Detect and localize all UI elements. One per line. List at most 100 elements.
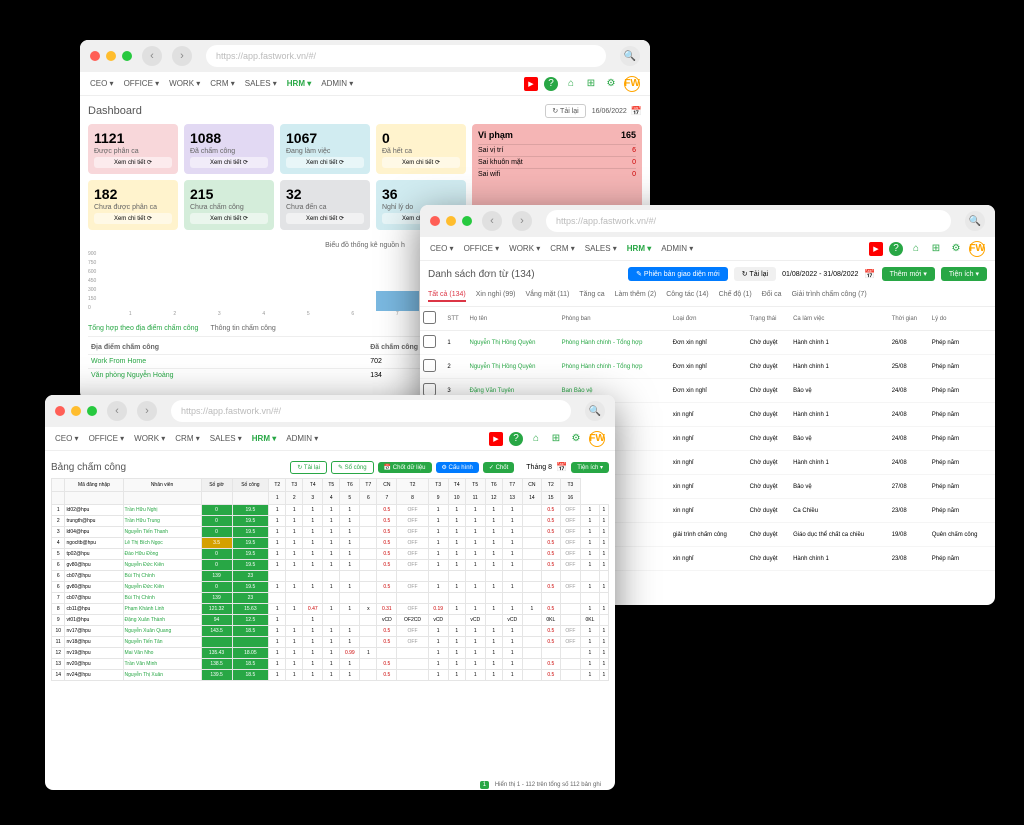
table-row[interactable]: 11nv18@hpuNguyễn Tiến Tân111110.5OFF1111… <box>52 637 609 648</box>
view-detail-button[interactable]: Xem chi tiết ⟳ <box>94 213 172 224</box>
menu-crm[interactable]: CRM ▾ <box>550 244 574 253</box>
back-button[interactable]: ‹ <box>482 211 502 231</box>
table-row[interactable]: 7cb07@hpuBùi Thị Chính13923 <box>52 593 609 604</box>
table-row[interactable]: 12nv19@hpuMai Văn Nho135.4318.0511110.99… <box>52 648 609 659</box>
forward-button[interactable]: › <box>137 401 157 421</box>
tab-checkin-info[interactable]: Thông tin chấm công <box>210 325 275 332</box>
config-button[interactable]: ⚙ Cấu hình <box>436 462 479 473</box>
menu-hrm[interactable]: HRM ▾ <box>627 244 651 253</box>
add-button[interactable]: Thêm mới ▾ <box>882 267 935 281</box>
youtube-icon[interactable]: ▶ <box>489 432 503 446</box>
filter-tab[interactable]: Chế độ (1) <box>719 291 752 302</box>
menu-crm[interactable]: CRM ▾ <box>175 434 199 443</box>
maximize-icon[interactable] <box>122 51 132 61</box>
help-icon[interactable]: ? <box>509 432 523 446</box>
url-bar[interactable]: https://app.fastwork.vn/#/ <box>171 400 571 422</box>
lock-data-button[interactable]: 📅 Chốt dữ liệu <box>378 462 432 473</box>
date-range[interactable]: 01/08/2022 - 31/08/2022 <box>782 271 858 278</box>
filter-tab[interactable]: Giải trình chấm công (7) <box>792 291 867 302</box>
reload-button[interactable]: ↻ Tải lại <box>734 267 776 281</box>
table-row[interactable]: 5tp02@hpuĐào Hữu Đồng019.5111110.5OFF111… <box>52 549 609 560</box>
maximize-icon[interactable] <box>462 216 472 226</box>
forward-button[interactable]: › <box>512 211 532 231</box>
help-icon[interactable]: ? <box>544 77 558 91</box>
apps-icon[interactable]: ⊞ <box>929 242 943 256</box>
utility-button[interactable]: Tiện ích ▾ <box>571 462 609 473</box>
filter-tab[interactable]: Đổi ca <box>762 291 782 302</box>
menu-ceo[interactable]: CEO ▾ <box>90 79 114 88</box>
date-display[interactable]: 16/06/2022 <box>592 108 627 115</box>
select-all-checkbox[interactable] <box>423 311 436 324</box>
reload-button[interactable]: ↻ Tải lại <box>545 104 585 118</box>
view-detail-button[interactable]: Xem chi tiết ⟳ <box>190 157 268 168</box>
maximize-icon[interactable] <box>87 406 97 416</box>
menu-hrm[interactable]: HRM ▾ <box>252 434 276 443</box>
table-row[interactable]: 6gv80@hpuNguyễn Đức Kiên019.5111110.5OFF… <box>52 560 609 571</box>
table-row[interactable]: 3ld04@hpuNguyễn Tiến Thanh019.5111110.5O… <box>52 527 609 538</box>
minimize-icon[interactable] <box>71 406 81 416</box>
table-row[interactable]: 1Nguyễn Thị Hồng QuyênPhòng Hành chính -… <box>420 331 995 355</box>
menu-hrm[interactable]: HRM ▾ <box>287 79 311 88</box>
settings-icon[interactable]: ⚙ <box>604 77 618 91</box>
table-row[interactable]: 6gv80@hpuNguyễn Đức Kiên019.5111110.5OFF… <box>52 582 609 593</box>
menu-ceo[interactable]: CEO ▾ <box>55 434 79 443</box>
home-icon[interactable]: ⌂ <box>909 242 923 256</box>
menu-sales[interactable]: SALES ▾ <box>245 79 277 88</box>
menu-work[interactable]: WORK ▾ <box>134 434 165 443</box>
new-ui-button[interactable]: ✎ Phiên bản giao diện mới <box>628 267 728 281</box>
youtube-icon[interactable]: ▶ <box>524 77 538 91</box>
menu-work[interactable]: WORK ▾ <box>169 79 200 88</box>
menu-crm[interactable]: CRM ▾ <box>210 79 234 88</box>
url-bar[interactable]: https://app.fastwork.vn/#/ <box>546 210 951 232</box>
menu-office[interactable]: OFFICE ▾ <box>89 434 125 443</box>
view-detail-button[interactable]: Xem chi tiết ⟳ <box>190 213 268 224</box>
table-row[interactable]: 2Nguyễn Thị Hồng QuyênPhòng Hành chính -… <box>420 355 995 379</box>
tab-location-summary[interactable]: Tổng hợp theo địa điểm chấm công <box>88 325 198 332</box>
apps-icon[interactable]: ⊞ <box>584 77 598 91</box>
row-checkbox[interactable] <box>423 359 436 372</box>
finalize-button[interactable]: ✓ Chốt <box>483 462 514 473</box>
table-row[interactable]: 14nv24@hpuNguyễn Thị Xuân139.518.5111110… <box>52 670 609 681</box>
back-button[interactable]: ‹ <box>107 401 127 421</box>
filter-tab[interactable]: Xin nghỉ (99) <box>476 291 516 302</box>
forward-button[interactable]: › <box>172 46 192 66</box>
utility-button[interactable]: Tiện ích ▾ <box>941 267 987 281</box>
calendar-icon[interactable]: 📅 <box>631 106 642 117</box>
close-icon[interactable] <box>55 406 65 416</box>
reload-button[interactable]: ↻ Tải lại <box>290 461 327 474</box>
home-icon[interactable]: ⌂ <box>529 432 543 446</box>
table-row[interactable]: 13nv20@hpuTrần Văn Minh138.518.5111110.5… <box>52 659 609 670</box>
table-row[interactable]: 1ld02@hpuTrần Hữu Nghị019.5111110.5OFF11… <box>52 505 609 516</box>
view-detail-button[interactable]: Xem chi tiết ⟳ <box>286 213 364 224</box>
close-icon[interactable] <box>430 216 440 226</box>
back-button[interactable]: ‹ <box>142 46 162 66</box>
filter-tab[interactable]: Tất cả (134) <box>428 291 466 302</box>
filter-tab[interactable]: Vắng mặt (11) <box>525 291 569 302</box>
search-icon[interactable]: 🔍 <box>585 401 605 421</box>
table-row[interactable]: 9vt01@hpuĐặng Xuân Thành9412.511vCDOF2CD… <box>52 615 609 626</box>
menu-office[interactable]: OFFICE ▾ <box>124 79 160 88</box>
menu-ceo[interactable]: CEO ▾ <box>430 244 454 253</box>
youtube-icon[interactable]: ▶ <box>869 242 883 256</box>
view-detail-button[interactable]: Xem chi tiết ⟳ <box>286 157 364 168</box>
filter-tab[interactable]: Tăng ca <box>579 291 604 302</box>
minimize-icon[interactable] <box>446 216 456 226</box>
menu-admin[interactable]: ADMIN ▾ <box>321 79 353 88</box>
menu-admin[interactable]: ADMIN ▾ <box>286 434 318 443</box>
month-selector[interactable]: Tháng 8 <box>526 464 552 471</box>
settings-icon[interactable]: ⚙ <box>949 242 963 256</box>
table-row[interactable]: 10nv17@hpuNguyễn Xuân Quang143.518.51111… <box>52 626 609 637</box>
row-checkbox[interactable] <box>423 335 436 348</box>
view-detail-button[interactable]: Xem chi tiết ⟳ <box>382 157 460 168</box>
view-detail-button[interactable]: Xem chi tiết ⟳ <box>94 157 172 168</box>
filter-tab[interactable]: Công tác (14) <box>666 291 708 302</box>
minimize-icon[interactable] <box>106 51 116 61</box>
search-icon[interactable]: 🔍 <box>620 46 640 66</box>
home-icon[interactable]: ⌂ <box>564 77 578 91</box>
apps-icon[interactable]: ⊞ <box>549 432 563 446</box>
url-bar[interactable]: https://app.fastwork.vn/#/ <box>206 45 606 67</box>
calendar-icon[interactable]: 📅 <box>556 462 567 473</box>
menu-sales[interactable]: SALES ▾ <box>210 434 242 443</box>
menu-sales[interactable]: SALES ▾ <box>585 244 617 253</box>
search-icon[interactable]: 🔍 <box>965 211 985 231</box>
